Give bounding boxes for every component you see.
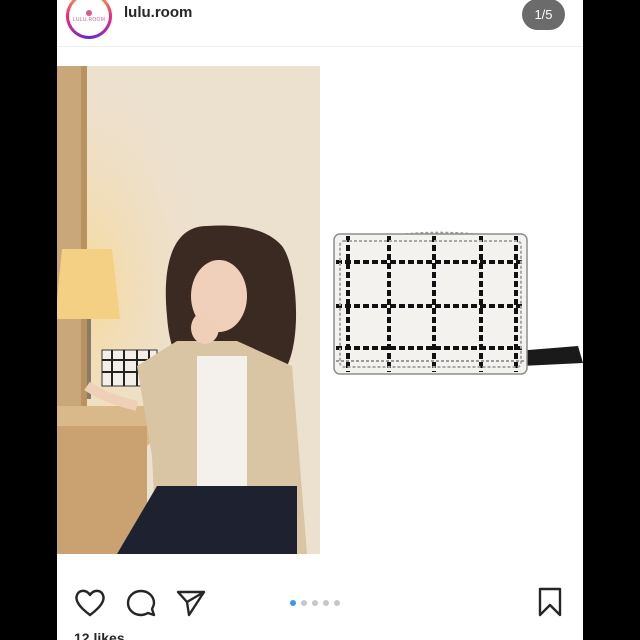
instagram-post: LULU.ROOM lulu.room 1/5 12 likes: [57, 0, 583, 640]
bookmark-icon[interactable]: [535, 586, 565, 618]
comment-icon[interactable]: [125, 588, 157, 618]
carousel-dot: [323, 600, 329, 606]
send-icon[interactable]: [175, 588, 207, 618]
header-divider: [57, 46, 583, 47]
carousel-counter: 1/5: [522, 0, 565, 30]
avatar[interactable]: LULU.ROOM: [66, 0, 112, 39]
carousel-dot-active: [290, 600, 296, 606]
carousel-dot: [334, 600, 340, 606]
post-header: LULU.ROOM lulu.room: [57, 0, 583, 46]
avatar-logo-icon: [86, 9, 92, 16]
carousel-dot: [312, 600, 318, 606]
heart-icon[interactable]: [74, 588, 106, 618]
likes-count[interactable]: 12 likes: [74, 630, 125, 640]
woman-laughing-photo: [57, 66, 320, 554]
avatar-label: LULU.ROOM: [72, 16, 106, 23]
carousel-indicator: [290, 600, 340, 606]
username[interactable]: lulu.room: [124, 4, 192, 21]
post-media[interactable]: [57, 66, 583, 562]
carousel-dot: [301, 600, 307, 606]
plaid-chain-bag-photo: [326, 66, 583, 562]
